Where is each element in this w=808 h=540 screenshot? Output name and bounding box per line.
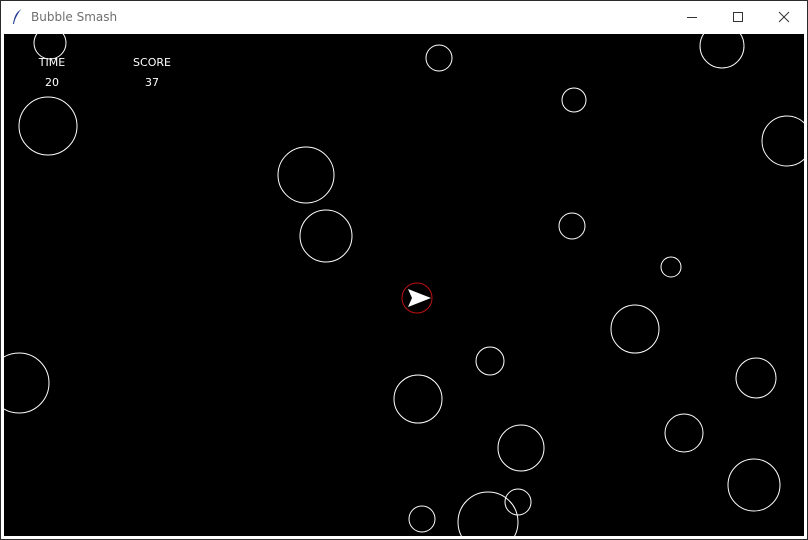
time-label: TIME [38, 56, 66, 69]
bubble[interactable] [18, 96, 78, 156]
window-title: Bubble Smash [31, 10, 118, 24]
bubble[interactable] [761, 115, 804, 167]
bubble[interactable] [558, 212, 586, 240]
bubble[interactable] [660, 256, 682, 278]
bubble[interactable] [393, 374, 443, 424]
minimize-icon [687, 17, 697, 18]
bubble[interactable] [699, 34, 745, 69]
bubble[interactable] [664, 413, 704, 453]
bubble[interactable] [504, 488, 532, 516]
bubble[interactable] [610, 304, 660, 354]
score-label: SCORE [133, 56, 171, 69]
bubble[interactable] [4, 352, 50, 414]
ship-triangle-icon [401, 282, 433, 314]
bubble[interactable] [299, 209, 353, 263]
close-icon [778, 11, 790, 23]
bubble[interactable] [497, 424, 545, 472]
bubble[interactable] [561, 87, 587, 113]
minimize-button[interactable] [669, 1, 715, 33]
maximize-icon [733, 12, 743, 22]
bubble[interactable] [425, 44, 453, 72]
score-value: 37 [145, 76, 159, 89]
time-value: 20 [45, 76, 59, 89]
bubble[interactable] [475, 346, 505, 376]
bubble[interactable] [735, 357, 777, 399]
bubble[interactable] [408, 505, 436, 533]
maximize-button[interactable] [715, 1, 761, 33]
title-bar[interactable]: Bubble Smash [1, 1, 807, 33]
game-canvas[interactable]: TIME 20 SCORE 37 [4, 34, 804, 536]
app-window: Bubble Smash TIME 20 SCORE 37 [0, 0, 808, 540]
close-button[interactable] [761, 1, 807, 33]
bubble[interactable] [457, 491, 519, 536]
feather-icon [9, 7, 27, 27]
bubble[interactable] [277, 146, 335, 204]
bubble[interactable] [727, 458, 781, 512]
